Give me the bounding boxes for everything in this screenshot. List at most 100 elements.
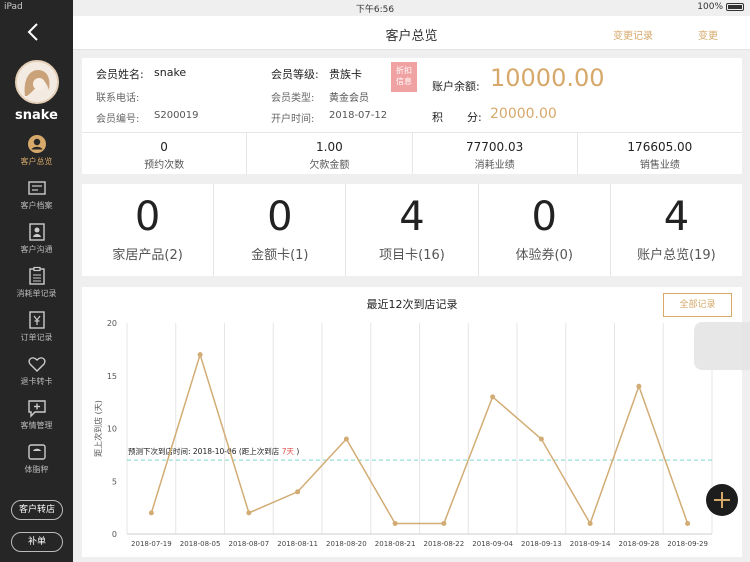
sidebar-item-orders[interactable]: 订单记录: [0, 310, 73, 350]
card-amount-card[interactable]: 0 金额卡(1): [214, 184, 347, 276]
card-count: 0: [531, 194, 557, 240]
clock: 下午6:56: [355, 5, 395, 15]
balance-label: 账户余额:: [432, 80, 480, 93]
stat-value: 1.00: [316, 140, 343, 154]
x-tick-label: 2018-08-11: [277, 540, 318, 548]
sidebar-item-label: 体脂秤: [24, 465, 49, 474]
back-icon[interactable]: [22, 20, 46, 44]
member-no-label: 会员编号:: [96, 114, 140, 125]
y-tick-label: 10: [107, 425, 117, 434]
card-count: 4: [663, 194, 690, 240]
x-tick-label: 2018-08-22: [424, 540, 465, 548]
list-icon: [28, 266, 45, 285]
card-label: 家居产品(2): [112, 248, 183, 263]
transfer-store-button[interactable]: 客户转店: [11, 500, 63, 520]
member-info-card: 会员姓名: snake 会员等级: 贵族卡 折扣 信息 联系电话: 会员类型: …: [82, 58, 742, 132]
stat-label: 欠款金额: [309, 160, 350, 171]
x-tick-label: 2018-08-07: [229, 540, 270, 548]
change-log-link[interactable]: 变更记录: [613, 27, 653, 42]
points-label-2: 分:: [467, 111, 482, 124]
sidebar-item-label: 客户总览: [20, 157, 53, 166]
sidebar-item-overview[interactable]: 客户总览: [0, 134, 73, 174]
discount-info-badge[interactable]: 折扣 信息: [391, 62, 417, 92]
sidebar-username: snake: [15, 108, 58, 123]
x-tick-label: 2018-09-29: [667, 540, 708, 548]
data-point: [246, 510, 252, 516]
visit-chart-panel: 0 5 10 15 20 距上次到店 (天) 2018-07-19 2018-08-05 201…: [82, 287, 742, 557]
sidebar-item-scale[interactable]: 体脂秤: [0, 442, 73, 482]
sidebar-item-relations[interactable]: 客情管理: [0, 398, 73, 438]
sidebar: snake 客户总览 客户档案 客户沟通 消耗单记录 订单记录 退卡转卡 客情管…: [0, 0, 73, 562]
data-point: [538, 436, 544, 442]
all-records-button[interactable]: 全部记录: [663, 293, 732, 317]
sidebar-item-refund[interactable]: 退卡转卡: [0, 354, 73, 394]
card-project-card[interactable]: 4 项目卡(16): [346, 184, 479, 276]
stat-appointments[interactable]: 0 预约次数: [82, 133, 248, 174]
data-point: [685, 520, 691, 526]
stat-value: 0: [160, 140, 168, 154]
stat-consumption[interactable]: 77700.03 消耗业绩: [413, 133, 578, 174]
x-tick-label: 2018-09-14: [570, 540, 611, 548]
data-point: [343, 436, 349, 442]
card-label: 体验券(0): [515, 248, 573, 263]
card-home-products[interactable]: 0 家居产品(2): [82, 184, 215, 276]
battery-percent: 100%: [697, 2, 723, 12]
points-value: 20000.00: [490, 106, 557, 122]
y-tick-label: 5: [112, 477, 117, 486]
card-label: 项目卡(16): [379, 248, 445, 263]
data-point: [197, 352, 203, 358]
scale-icon: [27, 444, 46, 460]
chart-title: 最近12次到店记录: [366, 298, 458, 311]
sidebar-item-consumption[interactable]: 消耗单记录: [0, 266, 73, 306]
change-link[interactable]: 变更: [698, 27, 718, 42]
sidebar-item-profile[interactable]: 客户档案: [0, 178, 73, 218]
asset-cards: 0 家居产品(2) 0 金额卡(1) 4 项目卡(16) 0 体验券(0) 4 账户总览(…: [82, 184, 742, 276]
sidebar-item-label: 客情管理: [20, 421, 53, 430]
data-point: [636, 383, 642, 389]
assistive-touch-handle[interactable]: [694, 322, 750, 370]
data-point: [441, 520, 447, 526]
phone-label: 联系电话:: [96, 93, 140, 104]
yen-doc-icon: [28, 311, 45, 329]
stat-sales[interactable]: 176605.00 销售业绩: [578, 133, 742, 174]
stat-label: 预约次数: [144, 160, 185, 171]
plus-icon: [714, 492, 730, 508]
y-tick-label: 0: [112, 530, 117, 539]
sidebar-item-label: 客户档案: [20, 201, 53, 210]
data-point: [392, 520, 398, 526]
x-tick-label: 2018-09-13: [521, 540, 562, 548]
status-bar: iPad 下午6:56 100%: [0, 0, 750, 16]
supplement-order-button[interactable]: 补单: [11, 532, 63, 552]
data-point: [587, 520, 593, 526]
type-label: 会员类型:: [271, 93, 315, 104]
x-tick-label: 2018-08-05: [180, 540, 221, 548]
badge-line2: 信息: [396, 77, 412, 86]
prediction-label: 预测下次到店时间: 2018-10-06 (距上次到店 7天 ): [128, 446, 299, 456]
battery-indicator: 100%: [697, 2, 744, 12]
header: 客户总览 变更记录 变更: [73, 16, 750, 50]
heart-tag-icon: [27, 357, 46, 372]
name-value: snake: [154, 66, 187, 79]
card-trial-voucher[interactable]: 0 体验券(0): [479, 184, 611, 276]
points-label-1: 积: [432, 111, 443, 124]
add-floating-button[interactable]: [706, 484, 738, 516]
contact-icon: [28, 223, 45, 241]
card-account-overview[interactable]: 4 账户总览(19): [611, 184, 742, 276]
visit-chart: 0 5 10 15 20 距上次到店 (天) 2018-07-19 2018-08-05 201…: [93, 319, 713, 548]
name-label: 会员姓名:: [96, 68, 144, 81]
stat-debt[interactable]: 1.00 欠款金额: [247, 133, 413, 174]
open-date-label: 开户时间:: [271, 114, 315, 125]
sidebar-item-label: 退卡转卡: [20, 377, 53, 386]
stats-row: 0 预约次数 1.00 欠款金额 77700.03 消耗业绩 176605.00 销售业…: [82, 132, 742, 174]
card-count: 0: [134, 194, 161, 240]
avatar[interactable]: [15, 60, 59, 104]
x-tick-label: 2018-09-28: [619, 540, 660, 548]
balance-value: 10000.00: [490, 64, 605, 92]
sidebar-item-label: 订单记录: [20, 333, 53, 342]
sidebar-item-label: 消耗单记录: [16, 289, 57, 298]
data-point: [148, 510, 154, 516]
member-no-value: S200019: [154, 110, 199, 121]
y-tick-label: 20: [107, 319, 117, 328]
sidebar-item-communication[interactable]: 客户沟通: [0, 222, 73, 262]
type-value: 黄金会员: [329, 93, 369, 104]
